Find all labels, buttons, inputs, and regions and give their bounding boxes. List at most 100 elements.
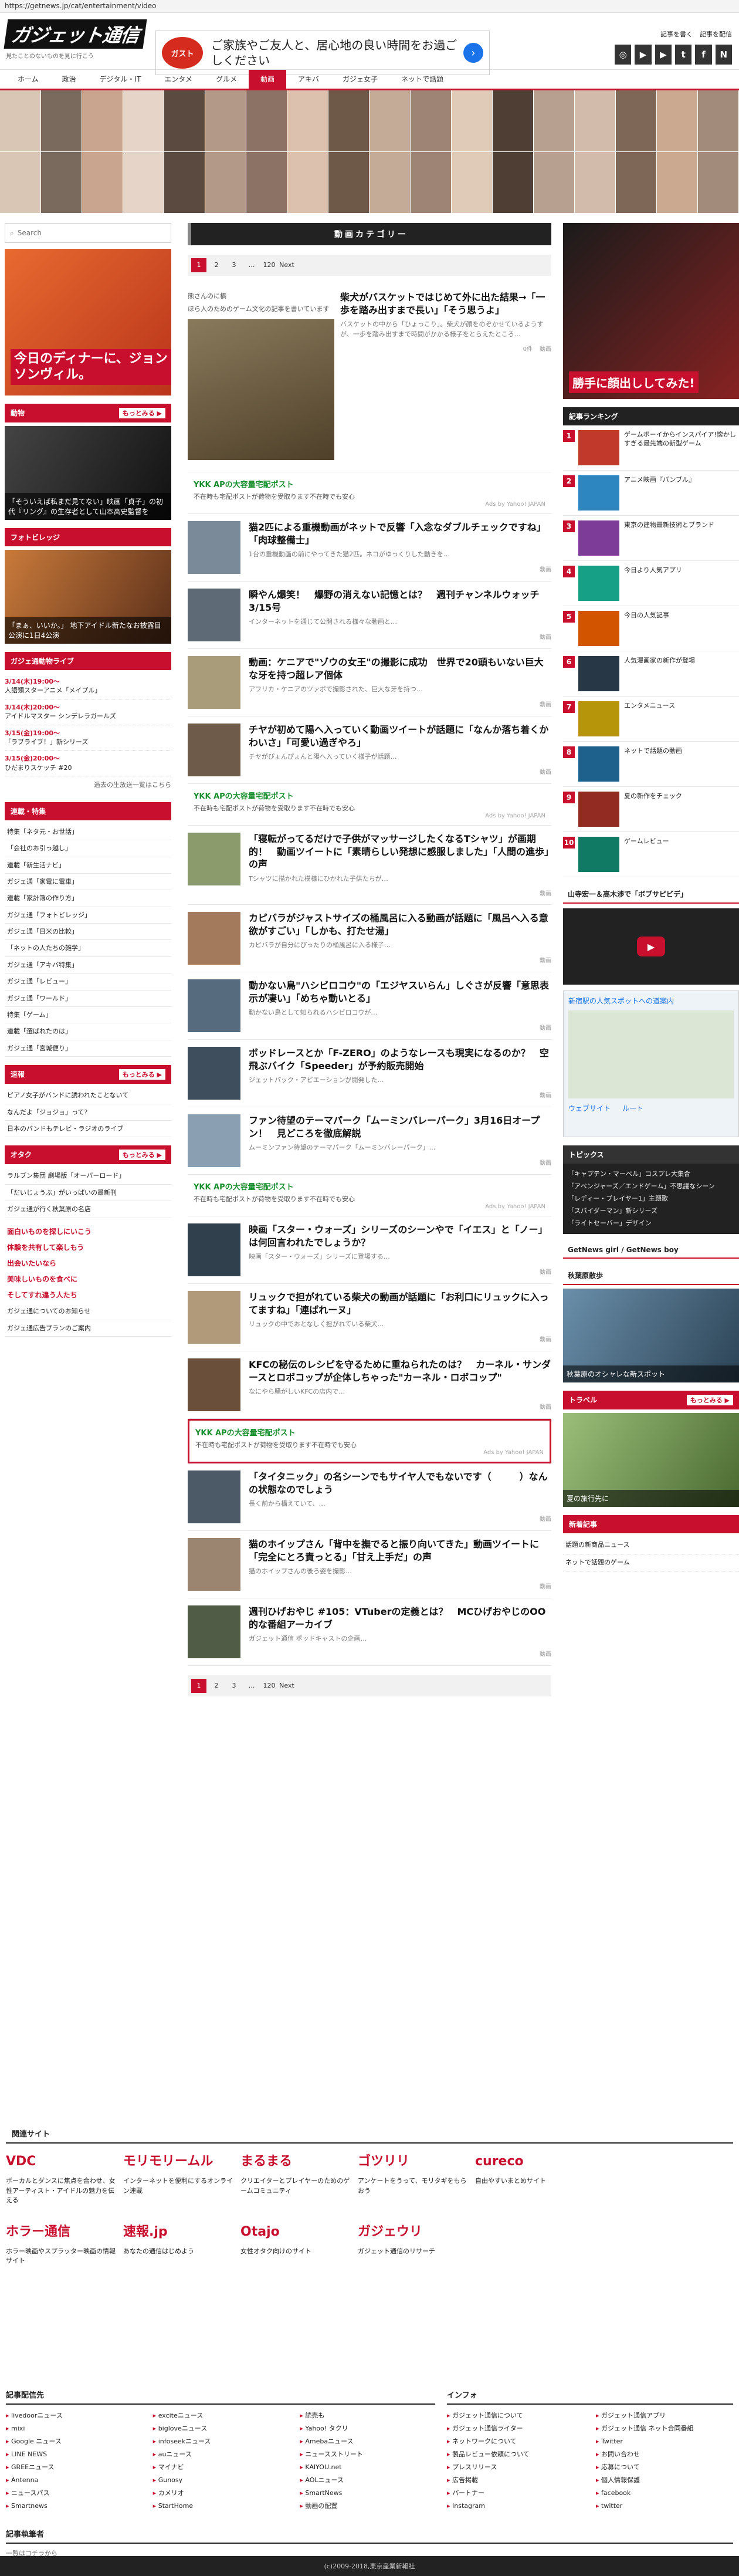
category-tag[interactable]: 動画 (540, 1649, 551, 1658)
info-link[interactable]: Instagram (447, 2500, 584, 2513)
article-thumbnail[interactable] (188, 1223, 240, 1277)
article-thumbnail[interactable] (188, 1470, 240, 1524)
info-link[interactable]: ガジェット通信 ネット合同番組 (596, 2422, 733, 2435)
hero-photo[interactable] (328, 152, 370, 214)
series-item[interactable]: ガジェ通「レビュー」 (5, 973, 171, 990)
article-item[interactable]: リュックで担がれている柴犬の動画が話題に「お利口にリュックに入ってますね」「連ば… (188, 1284, 551, 1352)
hero-photo[interactable] (205, 90, 246, 152)
page-link[interactable]: 120 (262, 1679, 277, 1693)
rank-thumbnail[interactable] (578, 475, 619, 511)
promo-ad[interactable]: YKK APの大容量宅配ポスト 不在時も宅配ポストが荷物を受取ります不在時でも安心… (188, 1175, 551, 1217)
series-item[interactable]: ガジェ通「アキバ特集」 (5, 957, 171, 974)
header-ad[interactable]: ガスト ご家族やご友人と、居心地の良い時間をお過ごしください › (155, 31, 490, 75)
article-thumbnail[interactable] (188, 1291, 240, 1344)
article-item[interactable]: ボッドレースとか「F-ZERO」のようなレースも現実になるのか？ 空飛ぶバイク「… (188, 1040, 551, 1108)
rank-title[interactable]: アニメ映画『バンブル』 (624, 475, 695, 484)
related-site[interactable]: Otajo 女性オタク向けのサイト (240, 2222, 352, 2266)
provider-link[interactable]: ニュースストリート (300, 2448, 435, 2461)
hero-photo-strip[interactable] (0, 90, 739, 214)
featured-title[interactable]: 柴犬がバスケットではじめて外に出た結果→「一歩を踏み出すまで長い」「そう思うよ」 (340, 291, 551, 316)
rank-thumbnail[interactable] (578, 430, 619, 465)
url-bar[interactable]: https://getnews.jp/cat/entertainment/vid… (0, 0, 739, 13)
category-tag[interactable]: 動画 (540, 632, 551, 641)
article-thumbnail[interactable] (188, 1358, 240, 1412)
recent-item[interactable]: ネットで話題のゲーム (563, 1554, 739, 1572)
hero-photo[interactable] (698, 90, 739, 152)
news-item[interactable]: ピアノ女子がバンドに誘われたことないて (5, 1087, 171, 1104)
article-item[interactable]: ファン待望のテーマパーク「ムーミンバレーパーク」3月16日オープン！ 見どころを… (188, 1107, 551, 1175)
category-tag[interactable]: 動画 (540, 344, 551, 353)
info-link[interactable]: プレスリリース (447, 2461, 584, 2474)
ad-title[interactable]: YKK APの大容量宅配ポスト (195, 1426, 544, 1438)
news-item[interactable]: なんだよ「ジョジョ」って? (5, 1104, 171, 1121)
article-item[interactable]: 瞬やん爆笑！ 爆野の消えない記憶とは？ 週刊チャンネルウォッチ 3/15号 インタ… (188, 582, 551, 649)
info-link[interactable]: ガジェット通信ライター (447, 2422, 584, 2435)
article-item[interactable]: 「タイタニック」の名シーンでもサイヤ人でもないです（ ）なんの状態なのでしょう長… (188, 1463, 551, 1532)
provider-link[interactable]: 動画の配置 (300, 2500, 435, 2513)
hero-photo[interactable] (452, 90, 493, 152)
article-title[interactable]: カピバラがジャストサイズの桶風呂に入る動画が話題に「風呂へ入る意欲がすごい」「し… (249, 912, 551, 937)
article-item[interactable]: 映画「スター・ウォーズ」シリーズのシーンやで「イエス」と「ノー」は何回言われたで… (188, 1216, 551, 1284)
info-link[interactable]: ガジェット通信について (447, 2409, 584, 2422)
provider-link[interactable]: infoseekニュース (153, 2435, 289, 2448)
category-tag[interactable]: 動画 (540, 1581, 551, 1590)
news-item[interactable]: 日本のバンドもテレビ・ラジオのライブ (5, 1121, 171, 1138)
rank-title[interactable]: 今日より人気アプリ (624, 566, 682, 574)
page-link[interactable]: Next (279, 258, 294, 272)
category-tag[interactable]: 動画 (540, 1158, 551, 1167)
article-item[interactable]: 週刊ひげおやじ #105：VTuberの定義とは？ MCひげおやじのOO的な番組… (188, 1598, 551, 1666)
related-site-logo[interactable]: ガジェウリ (358, 2222, 469, 2243)
page-link[interactable]: 2 (209, 258, 224, 272)
topic-item[interactable]: 「ライトセーバー」デザイン (568, 1218, 734, 1230)
hero-photo[interactable] (164, 152, 205, 214)
promo-link[interactable]: 体験を共有して楽しもう (5, 1240, 171, 1256)
rank-thumbnail[interactable] (578, 837, 619, 872)
hero-photo[interactable] (287, 90, 328, 152)
hero-photo[interactable] (657, 90, 698, 152)
info-link[interactable]: お問い合わせ (596, 2448, 733, 2461)
article-thumbnail[interactable] (188, 833, 240, 885)
article-title[interactable]: チヤが初めて陽へ入っていく動画ツイートが話題に「なんか落ち着くかわいさ」「可愛い… (249, 724, 551, 749)
comic-item[interactable]: 3/15(金)20:00〜 ひだまりスケッチ #20 (5, 751, 171, 777)
comic-more-link[interactable]: 過去の生放送一覧はこちら (5, 776, 171, 794)
category-tag[interactable]: 動画 (540, 1402, 551, 1411)
article-title[interactable]: 映画「スター・ウォーズ」シリーズのシーンやで「イエス」と「ノー」は何回言われたで… (249, 1223, 551, 1249)
website-button[interactable]: ウェブサイト (568, 1103, 611, 1113)
related-site-logo[interactable]: Otajo (240, 2222, 352, 2243)
provider-link[interactable]: exciteニュース (153, 2409, 289, 2422)
article-thumbnail[interactable] (188, 1538, 240, 1591)
photo-thumb[interactable]: 「まぁ、いいか。」 地下アイドル新たなお披露目公演に1日4公演 (5, 550, 171, 644)
route-button[interactable]: ルート (622, 1103, 643, 1113)
hero-photo[interactable] (246, 90, 287, 152)
article-title[interactable]: 「タイタニック」の名シーンでもサイヤ人でもないです（ ）なんの状態なのでしょう (249, 1470, 551, 1496)
provider-link[interactable]: LINE NEWS (6, 2448, 141, 2461)
provider-link[interactable]: GREEニュース (6, 2461, 141, 2474)
provider-link[interactable]: Smartnews (6, 2500, 141, 2513)
hero-photo[interactable] (41, 90, 82, 152)
article-title[interactable]: 週刊ひげおやじ #105：VTuberの定義とは？ MCひげおやじのOO的な番組… (249, 1605, 551, 1631)
ranking-item[interactable]: 10 ゲームレビュー (563, 832, 739, 877)
provider-link[interactable]: Amebaニュース (300, 2435, 435, 2448)
hero-photo[interactable] (246, 152, 287, 214)
hero-photo[interactable] (0, 90, 41, 152)
category-tag[interactable]: 動画 (540, 767, 551, 776)
ranking-item[interactable]: 7 エンタメニュース (563, 697, 739, 742)
provider-link[interactable]: ニュースパス (6, 2487, 141, 2500)
related-site-logo[interactable]: モリモリームル (123, 2152, 235, 2173)
rank-thumbnail[interactable] (578, 701, 619, 736)
nav-entertainment[interactable]: エンタメ (152, 70, 204, 89)
rank-title[interactable]: エンタメニュース (624, 701, 675, 710)
hero-photo[interactable] (205, 152, 246, 214)
provider-link[interactable]: AOLニュース (300, 2474, 435, 2487)
promo-link[interactable]: 面白いものを探しにいこう (5, 1224, 171, 1240)
article-title[interactable]: 猫のホイップさん「背中を撫でると振り向いてきた」動画ツイートに「完全にとろ責っと… (249, 1538, 551, 1563)
article-title[interactable]: 「寝転がってるだけで子供がマッサージしたくなるTシャツ」が画期的！ 動画ツイート… (249, 833, 551, 871)
ranking-item[interactable]: 4 今日より人気アプリ (563, 561, 739, 606)
promo-ad[interactable]: YKK APの大容量宅配ポスト 不在時も宅配ポストが荷物を受取ります不在時でも安心… (188, 784, 551, 826)
search-box[interactable]: ⌕ (5, 223, 171, 243)
info-link[interactable]: ネットワークについて (447, 2435, 584, 2448)
related-site[interactable]: モリモリームル インターネットを便利にするオンライン連載 (123, 2152, 235, 2206)
right-ad-banner[interactable]: 勝手に顔出ししてみた! (563, 223, 739, 399)
article-title[interactable]: ファン待望のテーマパーク「ムーミンバレーパーク」3月16日オープン！ 見どころを… (249, 1114, 551, 1140)
hero-photo[interactable] (164, 90, 205, 152)
